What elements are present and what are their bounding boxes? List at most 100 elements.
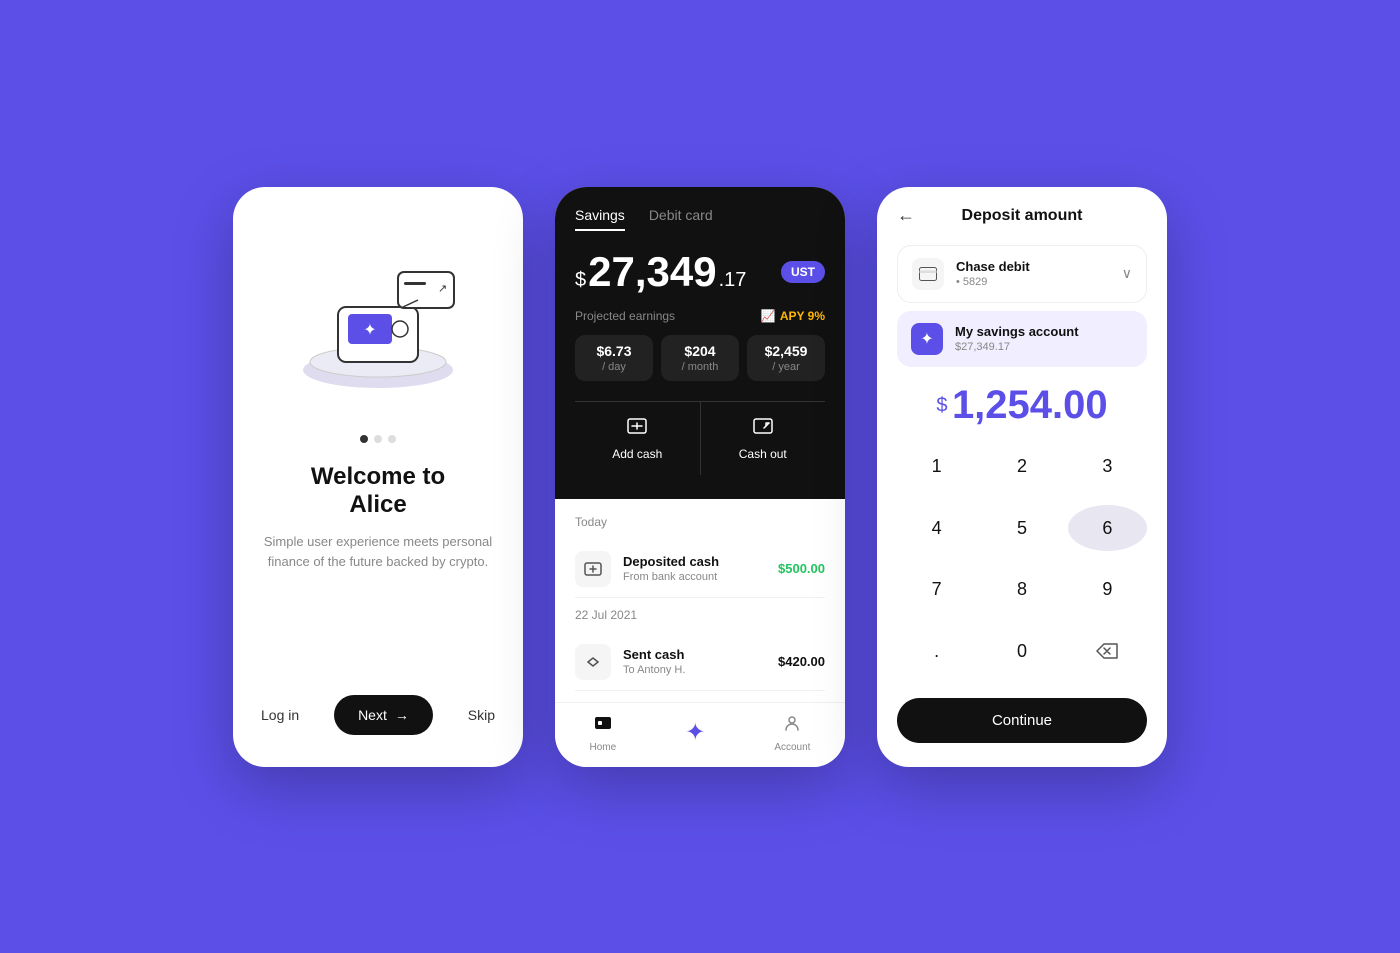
date-section: 22 Jul 2021	[575, 608, 825, 622]
next-button[interactable]: Next →	[334, 695, 433, 735]
deposited-icon	[575, 551, 611, 587]
login-link[interactable]: Log in	[261, 707, 299, 723]
numpad-backspace[interactable]	[1068, 628, 1147, 674]
sent-title: Sent cash	[623, 647, 766, 662]
screens-container: ✦ ↗ Welcome to Alice Simple user experie…	[233, 187, 1167, 767]
savings-account-info: My savings account $27,349.17	[955, 324, 1133, 353]
svg-text:↗: ↗	[438, 283, 447, 295]
welcome-subtitle: Simple user experience meets personal fi…	[261, 532, 495, 571]
trend-icon: 📈	[761, 309, 776, 323]
currency-badge: UST	[781, 261, 825, 283]
welcome-actions: Log in Next → Skip	[261, 695, 495, 735]
dot-2	[374, 435, 382, 443]
numpad-1[interactable]: 1	[897, 444, 976, 490]
balance-main: 27,349	[588, 251, 716, 293]
numpad-6[interactable]: 6	[1068, 505, 1147, 551]
dot-3	[388, 435, 396, 443]
balance-cents: .17	[719, 269, 747, 292]
savings-account-detail: $27,349.17	[955, 341, 1133, 353]
amount-display: $ 1,254.00	[897, 383, 1147, 428]
skip-link[interactable]: Skip	[468, 707, 495, 723]
numpad-0[interactable]: 0	[982, 628, 1061, 674]
nav-account[interactable]: Account	[774, 713, 810, 753]
cash-out-button[interactable]: Cash out	[701, 402, 826, 475]
arrow-right-icon: →	[395, 707, 409, 723]
numpad-4[interactable]: 4	[897, 505, 976, 551]
numpad-dot[interactable]: .	[897, 628, 976, 674]
back-button[interactable]: ←	[897, 205, 915, 226]
earning-month-period: / month	[671, 361, 729, 373]
page-dots	[360, 435, 396, 443]
dark-section: Savings Debit card $ 27,349 .17 UST Proj…	[555, 187, 845, 499]
amount-dollar-sign: $	[936, 394, 947, 416]
earning-day: $6.73 / day	[575, 335, 653, 381]
amount-value: 1,254.00	[952, 383, 1108, 427]
earning-month-amount: $204	[671, 343, 729, 359]
earning-day-amount: $6.73	[585, 343, 643, 359]
deposit-title: Deposit amount	[897, 207, 1147, 225]
cash-out-icon	[753, 416, 773, 441]
add-cash-icon	[627, 416, 647, 441]
numpad-7[interactable]: 7	[897, 567, 976, 613]
chase-account-detail: • 5829	[956, 276, 1110, 288]
numpad-3[interactable]: 3	[1068, 444, 1147, 490]
nav-home[interactable]: Home	[590, 713, 617, 753]
nav-star[interactable]: ✦	[685, 718, 705, 747]
continue-button[interactable]: Continue	[897, 698, 1147, 743]
numpad-9[interactable]: 9	[1068, 567, 1147, 613]
transaction-item: Deposited cash From bank account $500.00	[575, 541, 825, 598]
numpad-8[interactable]: 8	[982, 567, 1061, 613]
svg-text:✦: ✦	[363, 322, 376, 339]
tabs-row: Savings Debit card	[575, 207, 825, 231]
tab-savings[interactable]: Savings	[575, 207, 625, 231]
add-cash-label: Add cash	[612, 447, 662, 461]
home-icon	[593, 713, 613, 738]
cash-out-label: Cash out	[739, 447, 787, 461]
projected-row: Projected earnings 📈 APY 9%	[575, 309, 825, 323]
numpad: 1 2 3 4 5 6 7 8 9 . 0	[897, 444, 1147, 684]
chase-account-name: Chase debit	[956, 259, 1110, 274]
apy-badge: 📈 APY 9%	[761, 309, 825, 323]
savings-account-card[interactable]: ✦ My savings account $27,349.17	[897, 311, 1147, 367]
nav-home-label: Home	[590, 742, 617, 753]
welcome-title: Welcome to Alice	[311, 463, 445, 521]
earning-year-amount: $2,459	[757, 343, 815, 359]
earning-year: $2,459 / year	[747, 335, 825, 381]
today-label: Today	[575, 515, 825, 529]
earning-day-period: / day	[585, 361, 643, 373]
earnings-row: $6.73 / day $204 / month $2,459 / year	[575, 335, 825, 381]
numpad-2[interactable]: 2	[982, 444, 1061, 490]
dark-actions-row: Add cash Cash out	[575, 401, 825, 475]
deposited-amount: $500.00	[778, 561, 825, 576]
star-nav-icon: ✦	[685, 718, 705, 747]
sent-amount: $420.00	[778, 654, 825, 669]
chase-card-icon	[912, 258, 944, 290]
add-cash-button[interactable]: Add cash	[575, 402, 701, 475]
deposited-subtitle: From bank account	[623, 571, 766, 583]
savings-account-name: My savings account	[955, 324, 1133, 339]
deposited-info: Deposited cash From bank account	[623, 554, 766, 583]
account-icon	[782, 713, 802, 738]
nav-account-label: Account	[774, 742, 810, 753]
illustration-area: ✦ ↗	[261, 187, 495, 427]
numpad-5[interactable]: 5	[982, 505, 1061, 551]
earning-year-period: / year	[757, 361, 815, 373]
chase-account-info: Chase debit • 5829	[956, 259, 1110, 288]
sent-cash-item: Sent cash To Antony H. $420.00	[575, 634, 825, 691]
dollar-sign: $	[575, 269, 586, 292]
sent-subtitle: To Antony H.	[623, 664, 766, 676]
projected-label: Projected earnings	[575, 309, 675, 323]
deposit-screen: ← Deposit amount Chase debit • 5829 ∨ ✦ …	[877, 187, 1167, 767]
chevron-down-icon: ∨	[1122, 265, 1132, 282]
savings-screen: Savings Debit card $ 27,349 .17 UST Proj…	[555, 187, 845, 767]
tab-debit[interactable]: Debit card	[649, 207, 713, 231]
deposit-header: ← Deposit amount	[897, 207, 1147, 225]
sent-icon	[575, 644, 611, 680]
bottom-nav: Home ✦ Account	[555, 702, 845, 767]
deposited-title: Deposited cash	[623, 554, 766, 569]
device-illustration: ✦ ↗	[283, 222, 473, 392]
chase-debit-card[interactable]: Chase debit • 5829 ∨	[897, 245, 1147, 303]
transactions-section: Today Deposited cash From bank account $…	[555, 499, 845, 702]
savings-star-icon: ✦	[911, 323, 943, 355]
welcome-screen: ✦ ↗ Welcome to Alice Simple user experie…	[233, 187, 523, 767]
